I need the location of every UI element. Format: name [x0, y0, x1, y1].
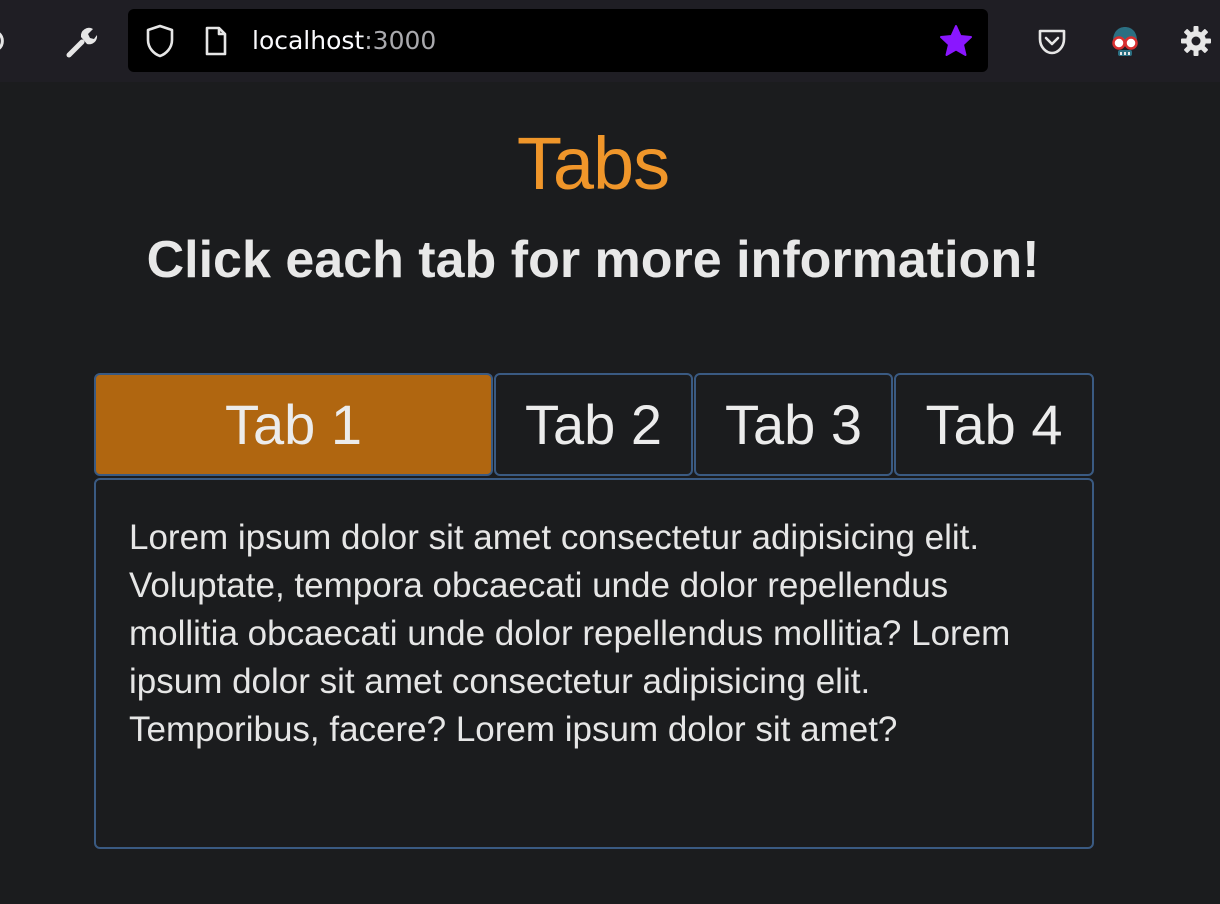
pocket-icon[interactable] [1033, 22, 1071, 60]
page-title: Tabs [516, 122, 670, 205]
tab-panel: Lorem ipsum dolor sit amet consectetur a… [94, 478, 1094, 849]
reload-icon[interactable] [0, 24, 10, 58]
tab-panel-text: Lorem ipsum dolor sit amet consectetur a… [129, 518, 1011, 749]
page-icon [200, 22, 232, 60]
tab-2[interactable]: Tab 2 [494, 373, 693, 476]
bookmark-star-icon[interactable] [936, 22, 976, 60]
url-text[interactable]: localhost:3000 [252, 22, 436, 60]
tab-1[interactable]: Tab 1 [94, 373, 493, 476]
tab-4[interactable]: Tab 4 [894, 373, 1094, 476]
tab-list: Tab 1 Tab 2 Tab 3 Tab 4 [94, 373, 1094, 477]
wrench-icon[interactable] [62, 22, 102, 62]
extension-icon[interactable] [1104, 20, 1146, 62]
tab-3[interactable]: Tab 3 [694, 373, 893, 476]
browser-toolbar: localhost:3000 [0, 0, 1220, 82]
page-subtitle: Click each tab for more information! [146, 231, 1040, 289]
shield-icon[interactable] [142, 22, 178, 60]
settings-gear-icon[interactable] [1176, 20, 1216, 62]
